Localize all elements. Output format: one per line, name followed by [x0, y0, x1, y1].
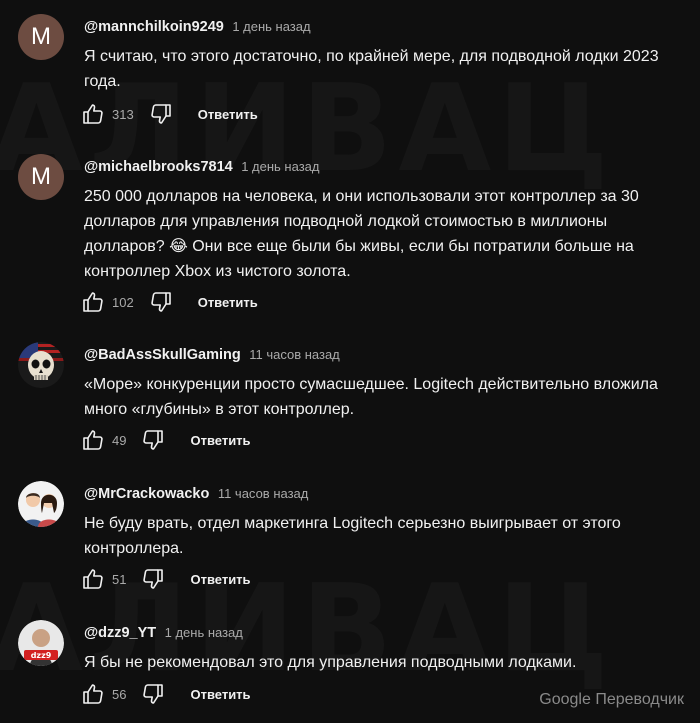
comment-text: Я бы не рекомендовал это для управления …	[84, 654, 577, 671]
like-count: 102	[112, 294, 134, 310]
author-name[interactable]: @MrCrackowacko	[84, 486, 209, 502]
like-count: 49	[112, 432, 127, 448]
skull-flag-avatar-icon	[18, 342, 64, 388]
avatar[interactable]: M	[18, 154, 64, 200]
google-translator-watermark: Google Переводчик	[539, 691, 684, 708]
thumbs-down-icon	[150, 104, 171, 124]
svg-text:dzz9: dzz9	[31, 651, 52, 660]
comment-text: 250 000 долларов на человека, и они испо…	[84, 188, 639, 280]
comment-time[interactable]: 1 день назад	[165, 625, 243, 640]
avatar[interactable]	[18, 342, 64, 388]
author-name[interactable]: @dzz9_YT	[84, 625, 156, 641]
thumbs-down-icon	[143, 430, 164, 450]
like-count: 51	[112, 571, 127, 587]
comment-text: «Море» конкуренции просто сумасшедшее. L…	[84, 376, 658, 418]
author-name[interactable]: @BadAssSkullGaming	[84, 347, 241, 363]
reply-button[interactable]: Ответить	[198, 295, 258, 310]
like-count: 56	[112, 686, 127, 702]
dislike-button[interactable]	[140, 428, 166, 452]
dislike-button[interactable]	[140, 567, 166, 591]
comment-text: Я считаю, что этого достаточно, по крайн…	[84, 48, 659, 90]
comment-actions: 102 Ответить	[80, 290, 258, 314]
thumbs-down-icon	[150, 292, 171, 312]
like-button[interactable]	[80, 682, 106, 706]
reply-button[interactable]: Ответить	[190, 572, 250, 587]
comment-time[interactable]: 11 часов назад	[218, 486, 309, 501]
comment-time[interactable]: 11 часов назад	[249, 347, 340, 362]
reply-button[interactable]: Ответить	[190, 433, 250, 448]
author-name[interactable]: @mannchilkoin9249	[84, 19, 224, 35]
like-button[interactable]	[80, 428, 106, 452]
comment-header: @mannchilkoin9249 1 день назад	[84, 18, 311, 36]
dislike-button[interactable]	[148, 290, 174, 314]
author-name[interactable]: @michaelbrooks7814	[84, 159, 233, 175]
thumbs-up-icon	[83, 104, 103, 124]
comment-header: @dzz9_YT 1 день назад	[84, 624, 243, 642]
reply-button[interactable]: Ответить	[190, 687, 250, 702]
thumbs-up-icon	[83, 569, 103, 589]
avatar[interactable]	[18, 481, 64, 527]
comment-actions: 49 Ответить	[80, 428, 251, 452]
comment-time[interactable]: 1 день назад	[232, 19, 310, 34]
reply-button[interactable]: Ответить	[198, 107, 258, 122]
comment-actions: 51 Ответить	[80, 567, 251, 591]
thumbs-down-icon	[143, 569, 164, 589]
thumbs-down-icon	[143, 684, 164, 704]
thumbs-up-icon	[83, 292, 103, 312]
comment-header: @michaelbrooks7814 1 день назад	[84, 158, 319, 176]
comment-time[interactable]: 1 день назад	[241, 159, 319, 174]
like-button[interactable]	[80, 290, 106, 314]
avatar[interactable]: M	[18, 14, 64, 60]
comment-text: Не буду врать, отдел маркетинга Logitech…	[84, 515, 621, 557]
like-button[interactable]	[80, 567, 106, 591]
dislike-button[interactable]	[140, 682, 166, 706]
comment-header: @MrCrackowacko 11 часов назад	[84, 485, 308, 503]
avatar[interactable]: dzz9	[18, 620, 64, 666]
thumbs-up-icon	[83, 430, 103, 450]
gamer-photo-avatar-icon: dzz9	[18, 620, 64, 666]
thumbs-up-icon	[83, 684, 103, 704]
like-button[interactable]	[80, 102, 106, 126]
comment-actions: 313 Ответить	[80, 102, 258, 126]
comment-actions: 56 Ответить	[80, 682, 251, 706]
couple-photo-avatar-icon	[18, 481, 64, 527]
comment-header: @BadAssSkullGaming 11 часов назад	[84, 346, 340, 364]
dislike-button[interactable]	[148, 102, 174, 126]
like-count: 313	[112, 106, 134, 122]
